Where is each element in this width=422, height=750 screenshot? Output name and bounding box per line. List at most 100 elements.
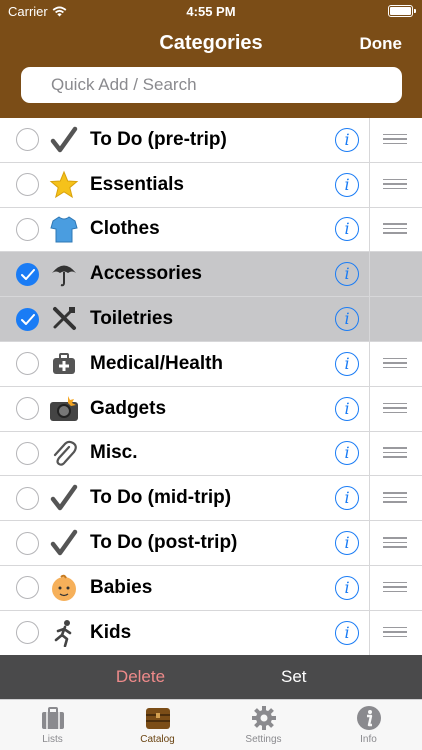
info-button[interactable]: i (335, 575, 359, 600)
row-divider (369, 521, 370, 565)
search-input[interactable]: Quick Add / Search (21, 67, 402, 103)
status-bar: Carrier 4:55 PM (0, 0, 422, 22)
checkbox[interactable] (16, 217, 39, 241)
suitcase-icon (38, 704, 68, 732)
battery-icon (388, 5, 416, 17)
category-label: To Do (pre-trip) (90, 128, 227, 150)
list-item[interactable]: To Do (post-trip) i (0, 521, 422, 566)
tab-label: Lists (42, 734, 63, 745)
row-divider (369, 162, 370, 207)
checkbox[interactable] (16, 173, 39, 197)
reorder-handle-icon[interactable] (383, 223, 407, 235)
header: Carrier 4:55 PM Categories Done Quick Ad… (0, 0, 422, 118)
checkbox[interactable] (16, 397, 39, 421)
checkbox[interactable] (16, 441, 39, 465)
first-aid-icon (48, 348, 80, 380)
category-label: Clothes (90, 218, 160, 240)
umbrella-icon (48, 258, 80, 290)
row-divider (369, 476, 370, 521)
star-icon (48, 169, 80, 201)
info-button[interactable]: i (335, 262, 359, 287)
reorder-handle-icon[interactable] (383, 357, 407, 370)
category-label: Medical/Health (90, 352, 224, 374)
running-kid-icon (48, 617, 80, 649)
checkbox[interactable] (16, 531, 39, 555)
tab-bar: Lists Catalog Settings Info (0, 699, 422, 750)
done-button[interactable]: Done (360, 34, 403, 54)
delete-button[interactable]: Delete (0, 667, 281, 687)
reorder-handle-icon[interactable] (383, 626, 407, 639)
checkbox[interactable] (16, 621, 39, 645)
row-divider (369, 118, 370, 162)
row-divider (369, 297, 370, 341)
row-divider (369, 386, 370, 431)
reorder-handle-icon[interactable] (383, 402, 407, 415)
row-divider (369, 610, 370, 655)
checkmark-icon (21, 313, 35, 325)
list-item[interactable]: Essentials i (0, 162, 422, 208)
list-item[interactable]: Medical/Health i (0, 341, 422, 387)
category-label: Essentials (90, 173, 184, 195)
row-divider (369, 207, 370, 252)
tab-info[interactable]: Info (316, 704, 421, 750)
checkbox[interactable] (16, 352, 39, 376)
reorder-handle-icon[interactable] (383, 581, 407, 594)
reorder-handle-icon[interactable] (383, 492, 407, 504)
list-item[interactable]: Gadgets i (0, 386, 422, 432)
tab-lists[interactable]: Lists (0, 704, 105, 750)
action-bar: Delete Set (0, 655, 422, 699)
info-button[interactable]: i (335, 486, 359, 511)
info-button[interactable]: i (335, 351, 359, 376)
paperclip-icon (48, 437, 80, 469)
checkmark-icon (48, 124, 80, 156)
info-icon (354, 704, 384, 732)
list-item[interactable]: Kids i (0, 610, 422, 655)
list-item[interactable]: To Do (mid-trip) i (0, 476, 422, 522)
checkbox[interactable] (16, 128, 39, 152)
category-label: Toiletries (90, 308, 174, 330)
category-list: To Do (pre-trip) i Essentials i Clothes i Acce… (0, 118, 422, 655)
tab-label: Catalog (140, 734, 175, 745)
info-button[interactable]: i (335, 127, 359, 152)
info-button[interactable]: i (335, 441, 359, 466)
checkbox[interactable] (16, 486, 39, 510)
gear-icon (249, 704, 279, 732)
camera-icon (48, 393, 80, 425)
tab-settings[interactable]: Settings (211, 704, 316, 750)
checkmark-icon (48, 527, 80, 559)
info-button[interactable]: i (335, 396, 359, 421)
category-label: Babies (90, 576, 153, 598)
info-button[interactable]: i (335, 531, 359, 556)
reorder-handle-icon[interactable] (383, 133, 407, 146)
set-button[interactable]: Set (281, 667, 307, 687)
info-button[interactable]: i (335, 307, 359, 332)
checkmark-icon (48, 482, 80, 514)
info-button[interactable]: i (335, 217, 359, 242)
reorder-handle-icon[interactable] (383, 537, 407, 549)
list-item[interactable]: To Do (pre-trip) i (0, 118, 422, 163)
reorder-handle-icon[interactable] (383, 178, 407, 191)
info-button[interactable]: i (335, 620, 359, 645)
list-item[interactable]: Babies i (0, 565, 422, 611)
row-divider (369, 431, 370, 476)
category-label: To Do (post-trip) (90, 532, 238, 554)
checkbox-checked[interactable] (16, 262, 39, 286)
info-button[interactable]: i (335, 172, 359, 197)
checkmark-icon (21, 268, 35, 280)
baby-icon (48, 572, 80, 604)
list-item[interactable]: Accessories i (0, 252, 422, 298)
tab-catalog[interactable]: Catalog (105, 704, 210, 750)
tab-label: Info (360, 734, 377, 745)
list-item[interactable]: Misc. i (0, 431, 422, 477)
shirt-icon (48, 213, 80, 245)
category-label: To Do (mid-trip) (90, 487, 232, 509)
reorder-handle-icon[interactable] (383, 447, 407, 459)
list-item[interactable]: Toiletries i (0, 297, 422, 342)
category-label: Kids (90, 621, 132, 643)
checkbox-checked[interactable] (16, 307, 39, 331)
category-label: Gadgets (90, 397, 167, 419)
checkbox[interactable] (16, 576, 39, 600)
tab-label: Settings (245, 734, 282, 745)
list-item[interactable]: Clothes i (0, 207, 422, 253)
status-time: 4:55 PM (186, 4, 236, 19)
